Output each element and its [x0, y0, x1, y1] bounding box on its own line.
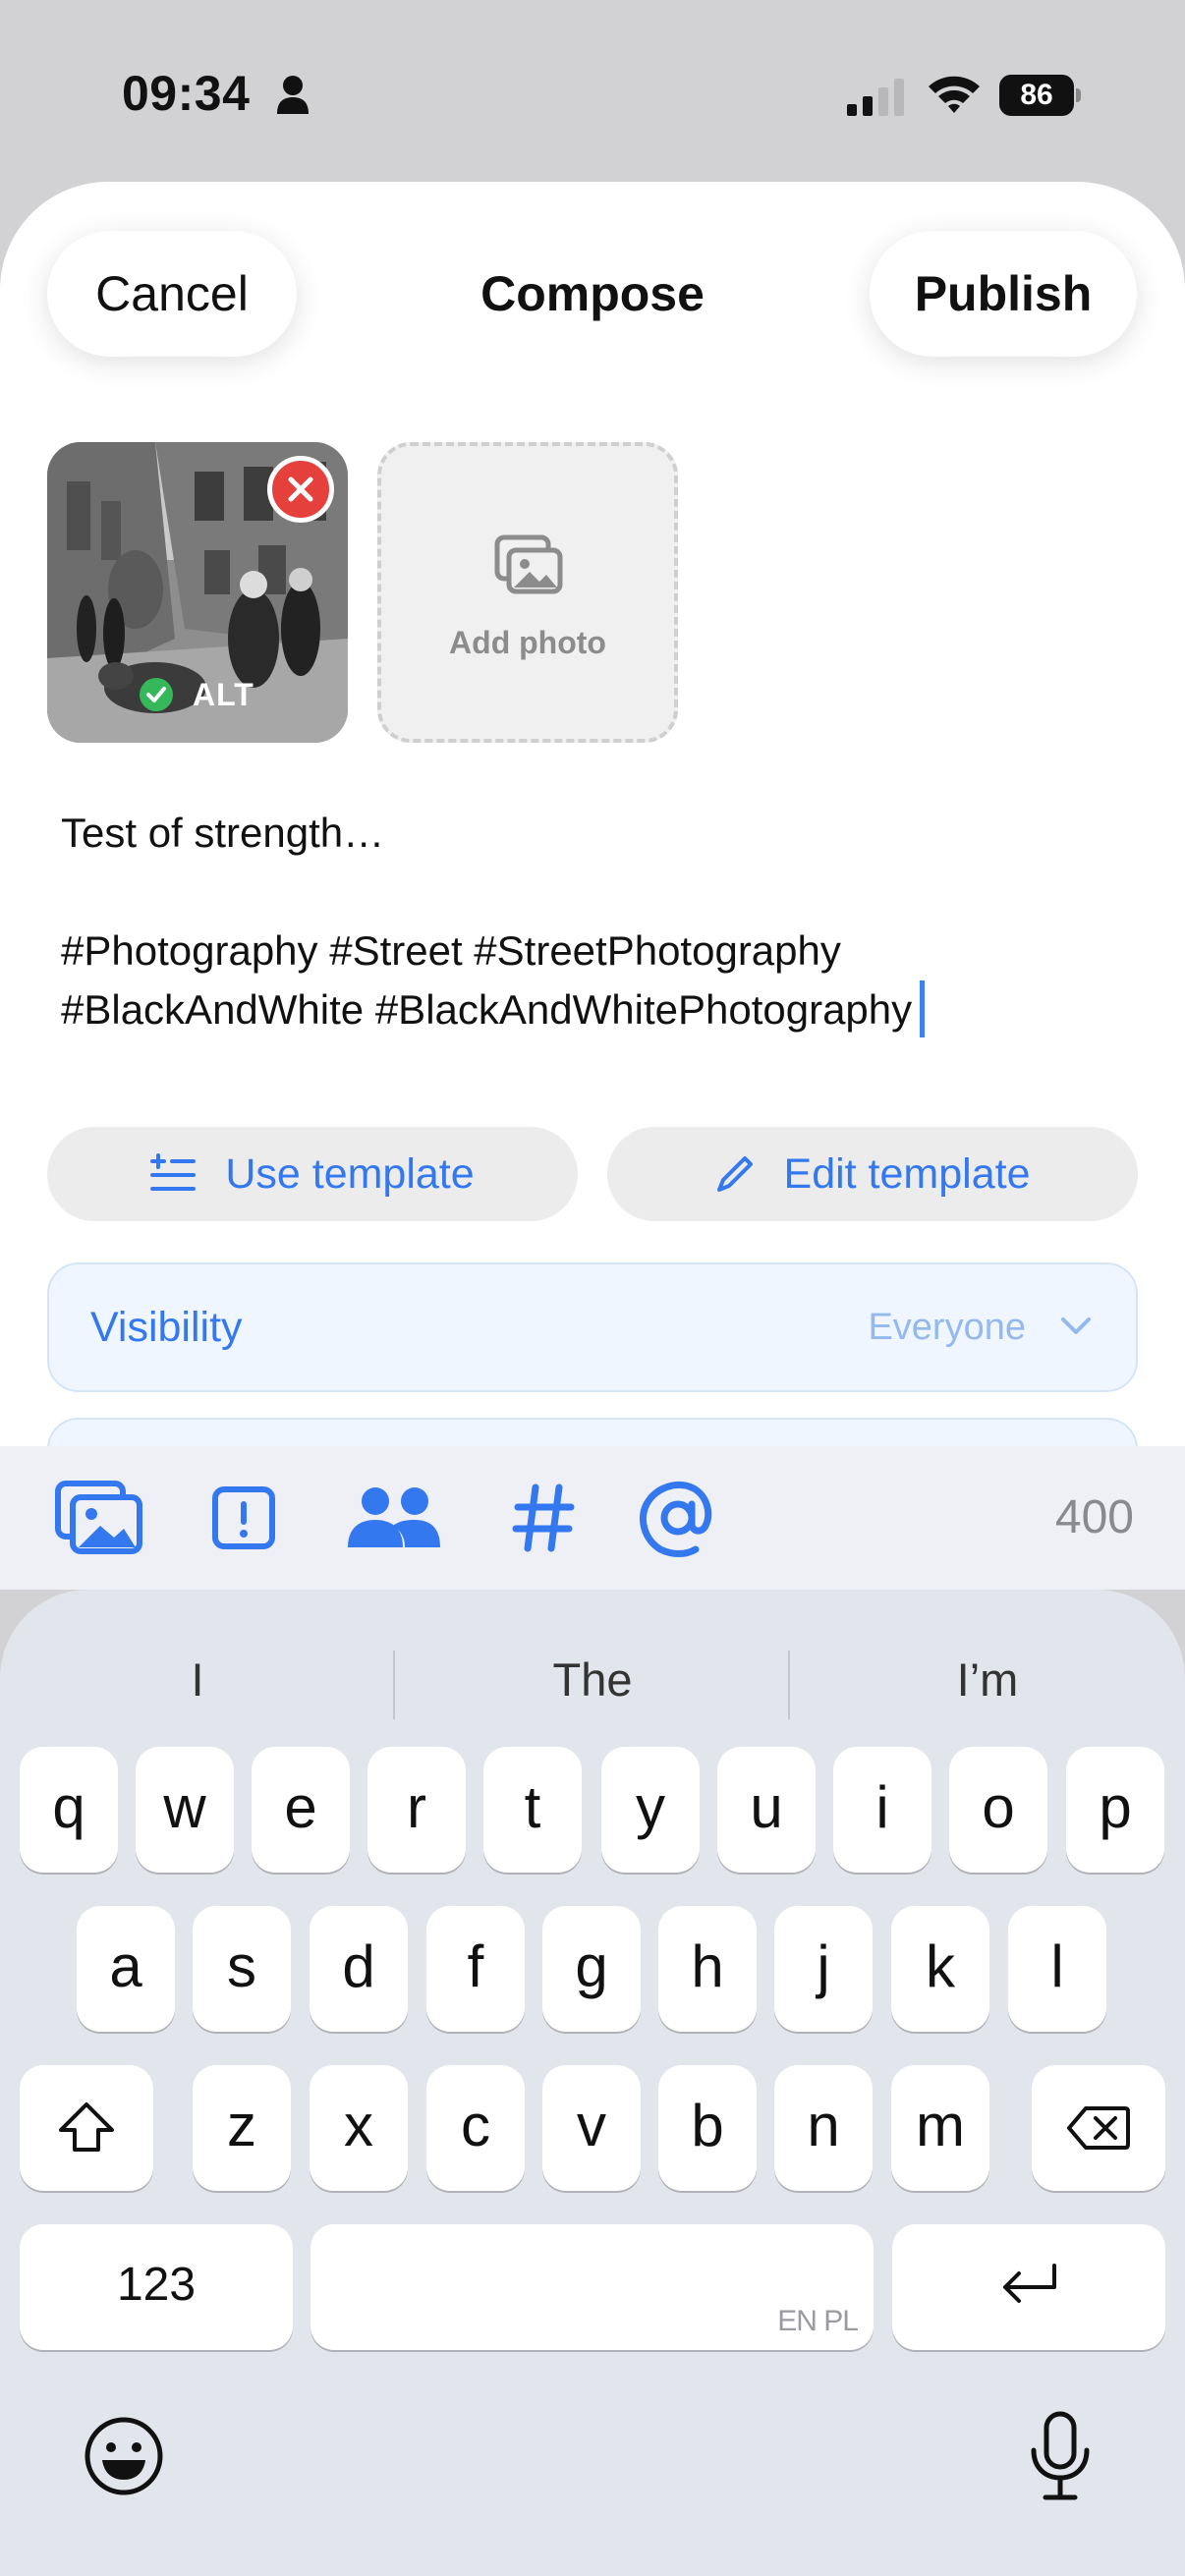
text-caret: [920, 980, 926, 1037]
cancel-button[interactable]: Cancel: [47, 231, 297, 357]
edit-template-label: Edit template: [783, 1149, 1031, 1198]
post-text-area[interactable]: Test of strength… #Photography #Street #…: [61, 804, 1142, 1039]
key-w[interactable]: w: [136, 1747, 234, 1873]
visibility-value: Everyone: [868, 1307, 1026, 1348]
key-p[interactable]: p: [1066, 1747, 1164, 1873]
chevron-down-icon: [1061, 1317, 1091, 1334]
battery-level: 86: [1020, 79, 1053, 111]
suggestion-item[interactable]: The: [395, 1641, 790, 1719]
check-icon: [140, 678, 173, 711]
publish-button[interactable]: Publish: [870, 231, 1137, 357]
status-time: 09:34: [122, 66, 251, 121]
return-key[interactable]: [892, 2224, 1165, 2350]
battery-indicator: 86: [999, 75, 1081, 116]
add-photo-label: Add photo: [449, 625, 606, 660]
key-q[interactable]: q: [20, 1747, 118, 1873]
key-k[interactable]: k: [891, 1906, 989, 2032]
space-key[interactable]: EN PL: [310, 2224, 874, 2350]
image-icon[interactable]: [55, 1446, 143, 1590]
key-z[interactable]: z: [193, 2065, 291, 2191]
add-photo-button[interactable]: Add photo: [377, 442, 678, 743]
suggestion-item[interactable]: I’m: [790, 1641, 1185, 1719]
key-r[interactable]: r: [367, 1747, 466, 1873]
key-n[interactable]: n: [774, 2065, 873, 2191]
visibility-label: Visibility: [90, 1304, 243, 1351]
key-b[interactable]: b: [658, 2065, 757, 2191]
numbers-key[interactable]: 123: [20, 2224, 293, 2350]
key-l[interactable]: l: [1008, 1906, 1106, 2032]
post-text-line: #BlackAndWhite #BlackAndWhitePhotography: [61, 986, 913, 1033]
wifi-icon: [929, 76, 980, 113]
pencil-icon: [716, 1156, 753, 1192]
compose-toolbar: 400: [0, 1446, 1185, 1590]
use-template-label: Use template: [225, 1149, 475, 1198]
delete-key[interactable]: [1032, 2065, 1165, 2191]
key-i[interactable]: i: [833, 1747, 931, 1873]
key-m[interactable]: m: [891, 2065, 989, 2191]
key-j[interactable]: j: [774, 1906, 873, 2032]
suggestion-item[interactable]: I: [0, 1641, 395, 1719]
photo-stack-icon: [494, 534, 563, 594]
key-g[interactable]: g: [542, 1906, 641, 2032]
key-c[interactable]: c: [426, 2065, 525, 2191]
alt-text-badge[interactable]: ALT: [140, 671, 254, 718]
post-text-line: Test of strength…: [61, 810, 385, 856]
mention-icon[interactable]: [639, 1446, 717, 1590]
person-icon: [277, 76, 309, 114]
post-text-line: #Photography #Street #StreetPhotography: [61, 927, 841, 974]
key-a[interactable]: a: [77, 1906, 175, 2032]
key-s[interactable]: s: [193, 1906, 291, 2032]
cellular-signal-icon: [847, 79, 904, 116]
key-h[interactable]: h: [658, 1906, 757, 2032]
key-u[interactable]: u: [717, 1747, 816, 1873]
people-icon[interactable]: [346, 1446, 442, 1590]
emoji-icon[interactable]: [83, 2415, 165, 2497]
use-template-button[interactable]: Use template: [47, 1127, 578, 1221]
remove-photo-button[interactable]: [267, 456, 334, 523]
visibility-selector[interactable]: Visibility Everyone: [47, 1262, 1138, 1392]
key-x[interactable]: x: [310, 2065, 408, 2191]
hashtag-icon[interactable]: [512, 1446, 575, 1590]
backspace-icon: [1067, 2106, 1130, 2150]
key-t[interactable]: t: [483, 1747, 582, 1873]
close-icon: [288, 476, 313, 502]
status-bar: 09:34 86: [0, 0, 1185, 182]
shift-key[interactable]: [20, 2065, 153, 2191]
microphone-icon[interactable]: [1028, 2411, 1093, 2503]
template-list-icon: [150, 1153, 197, 1191]
alt-label: ALT: [193, 676, 254, 712]
key-f[interactable]: f: [426, 1906, 525, 2032]
page-title: Compose: [480, 266, 705, 321]
shift-icon: [59, 2102, 114, 2152]
key-v[interactable]: v: [542, 2065, 641, 2191]
key-d[interactable]: d: [310, 1906, 408, 2032]
keyboard: I The I’m q w e r t y u i o p a s d f g …: [0, 1590, 1185, 2576]
post-text-line: [61, 863, 1142, 922]
character-count: 400: [1054, 1491, 1134, 1543]
content-warning-icon[interactable]: [211, 1446, 276, 1590]
key-y[interactable]: y: [601, 1747, 700, 1873]
language-hint: EN PL: [777, 2305, 859, 2337]
edit-template-button[interactable]: Edit template: [607, 1127, 1138, 1221]
key-e[interactable]: e: [252, 1747, 350, 1873]
return-icon: [1003, 2264, 1056, 2303]
key-o[interactable]: o: [949, 1747, 1047, 1873]
